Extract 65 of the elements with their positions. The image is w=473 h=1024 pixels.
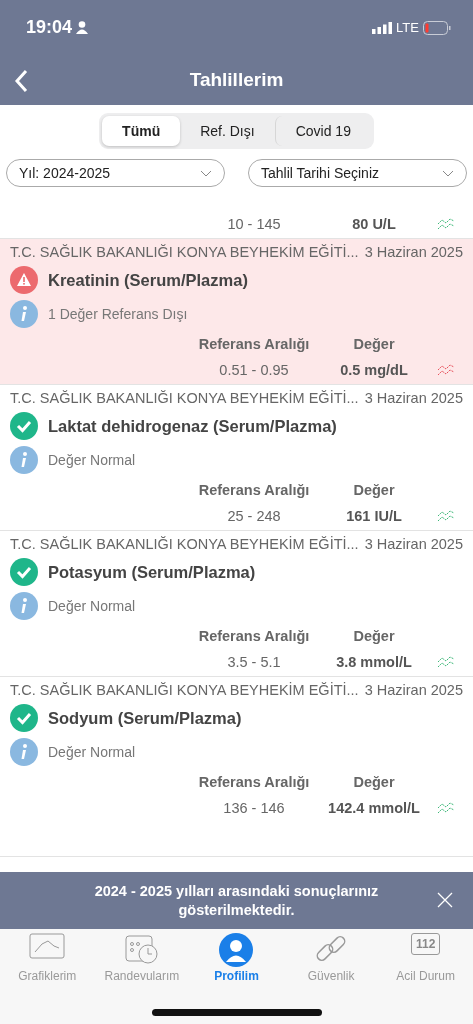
result-value: 161 IU/L [346,508,402,524]
result-date: 3 Haziran 2025 [364,244,463,260]
info-icon [10,446,38,474]
page-title: Tahlillerim [189,69,284,91]
calendar-clock-icon [124,933,159,965]
test-name: Laktat dehidrogenaz (Serum/Plazma) [48,416,337,436]
banner-message: 2024 - 2025 yılları arasındaki sonuçlarınız gösterilmektedir. [93,882,380,919]
trend-icon[interactable] [437,217,455,231]
result-note: Değer Normal [48,598,136,614]
reference-range: 10 - 145 [227,216,281,232]
result-card[interactable]: T.C. SAĞLIK BAKANLIĞI KONYA BEYHEKİM EĞİTİ... 3 Haziran 2025 Kreatinin (Serum/Plazma) 1 Değer Referans Dışı Referans Aralığı Değer 0.51 - 0.95 0.5 mg/dL [0,239,473,385]
dropdown-field[interactable]: Tahlil Tarihi Seçiniz [248,159,467,187]
column-label: Referans Aralığı [198,774,310,790]
institution-name: T.C. SAĞLIK BAKANLIĞI KONYA BEYHEKİM EĞİTİ... [10,536,359,552]
result-note: Değer Normal [48,452,136,468]
test-name: Sodyum (Serum/Plazma) [48,708,242,728]
filter-tab[interactable]: Tümü [102,116,181,146]
column-label: Değer [353,336,395,352]
chevron-down-icon [200,169,212,177]
close-icon[interactable] [437,892,453,908]
person-icon [76,21,89,34]
tab-bar-item[interactable]: Profilim [189,933,284,983]
trend-icon[interactable] [437,655,455,669]
battery-icon [423,20,451,35]
reference-range: 0.51 - 0.95 [219,362,289,378]
column-label: Referans Aralığı [198,628,310,644]
result-date: 3 Haziran 2025 [364,390,463,406]
info-icon [10,300,38,328]
filter-tab[interactable]: Ref. Dışı [180,116,275,146]
result-date: 3 Haziran 2025 [364,682,463,698]
test-name: Potasyum (Serum/Plazma) [48,562,256,582]
info-icon [10,738,38,766]
emergency-number-icon: 112 [411,933,441,955]
back-icon[interactable] [14,69,28,93]
reference-range: 136 - 146 [223,800,285,816]
column-label: Değer [353,774,395,790]
result-value: 80 U/L [352,216,396,232]
profile-icon [219,933,254,967]
reference-range: 25 - 248 [227,508,281,524]
trend-icon[interactable] [437,801,455,815]
institution-name: T.C. SAĞLIK BAKANLIĞI KONYA BEYHEKİM EĞİTİ... [10,682,359,698]
institution-name: T.C. SAĞLIK BAKANLIĞI KONYA BEYHEKİM EĞİTİ... [10,390,359,406]
column-label: Değer [353,482,395,498]
dropdown-field[interactable]: Yıl: 2024-2025 [6,159,225,187]
result-value: 0.5 mg/dL [340,362,408,378]
test-name: Kreatinin (Serum/Plazma) [48,270,248,290]
reference-range: 3.5 - 5.1 [227,654,281,670]
chart-icon [29,933,66,959]
filter-tab[interactable]: Covid 19 [274,116,371,146]
status-time: 19:04 [26,17,73,38]
column-label: Referans Aralığı [198,482,310,498]
result-value: 142.4 mmol/L [328,800,420,816]
info-icon [10,592,38,620]
network-label: LTE [396,20,419,35]
trend-icon[interactable] [437,363,455,377]
column-label: Referans Aralığı [198,336,310,352]
institution-name: T.C. SAĞLIK BAKANLIĞI KONYA BEYHEKİM EĞİTİ... [10,244,359,260]
result-note: 1 Değer Referans Dışı [48,306,188,322]
result-value: 3.8 mmol/L [336,654,412,670]
trend-icon[interactable] [437,509,455,523]
signal-icon [372,21,393,34]
result-note: Değer Normal [48,744,136,760]
chevron-down-icon [442,169,454,177]
column-label: Değer [353,628,395,644]
result-date: 3 Haziran 2025 [364,536,463,552]
